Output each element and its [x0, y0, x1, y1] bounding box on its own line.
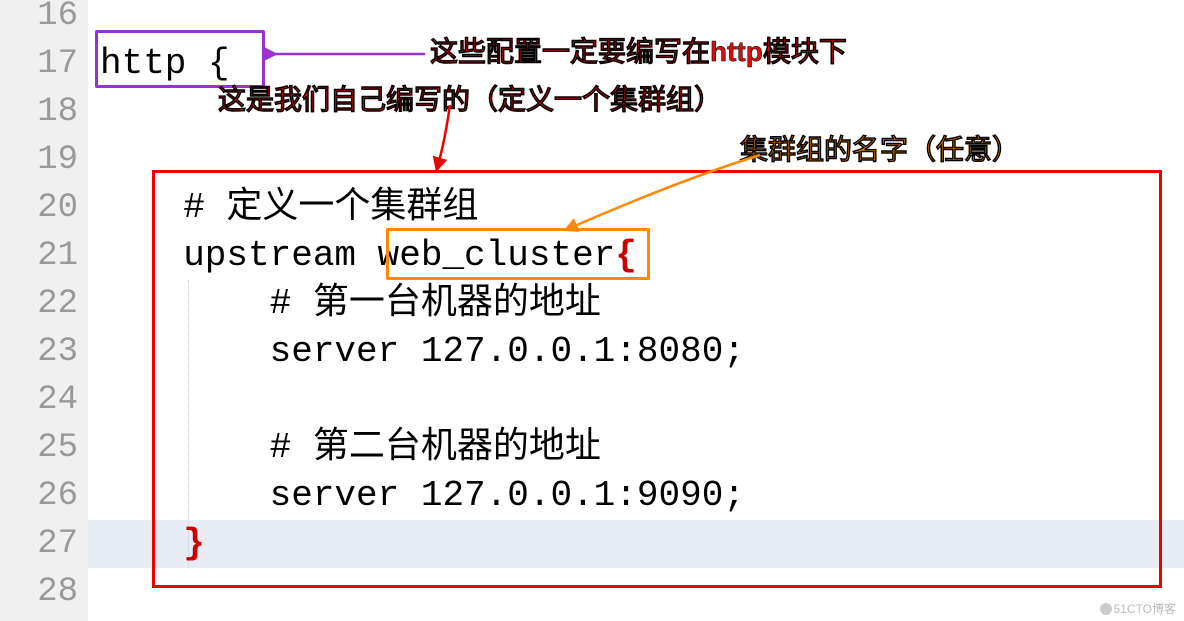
line-number: 25	[0, 424, 78, 472]
arrow-orange	[560, 150, 780, 240]
line-number: 26	[0, 472, 78, 520]
line-number: 24	[0, 376, 78, 424]
watermark: 51CTO博客	[1100, 600, 1176, 617]
line-number: 27	[0, 520, 78, 568]
watermark-icon	[1100, 603, 1112, 615]
annotation-name-note: 集群组的名字（任意）	[740, 128, 1020, 168]
arrow-red	[420, 100, 500, 175]
watermark-text: 51CTO博客	[1114, 600, 1176, 617]
line-number: 23	[0, 328, 78, 376]
line-number: 22	[0, 280, 78, 328]
line-number: 18	[0, 88, 78, 136]
line-number: 21	[0, 232, 78, 280]
line-number: 19	[0, 136, 78, 184]
annotation-http-note: 这些配置一定要编写在http模块下	[430, 30, 847, 70]
arrow-purple	[265, 44, 435, 64]
line-number: 17	[0, 40, 78, 88]
line-number: 28	[0, 568, 78, 616]
line-number: 20	[0, 184, 78, 232]
line-number: 16	[0, 0, 78, 40]
